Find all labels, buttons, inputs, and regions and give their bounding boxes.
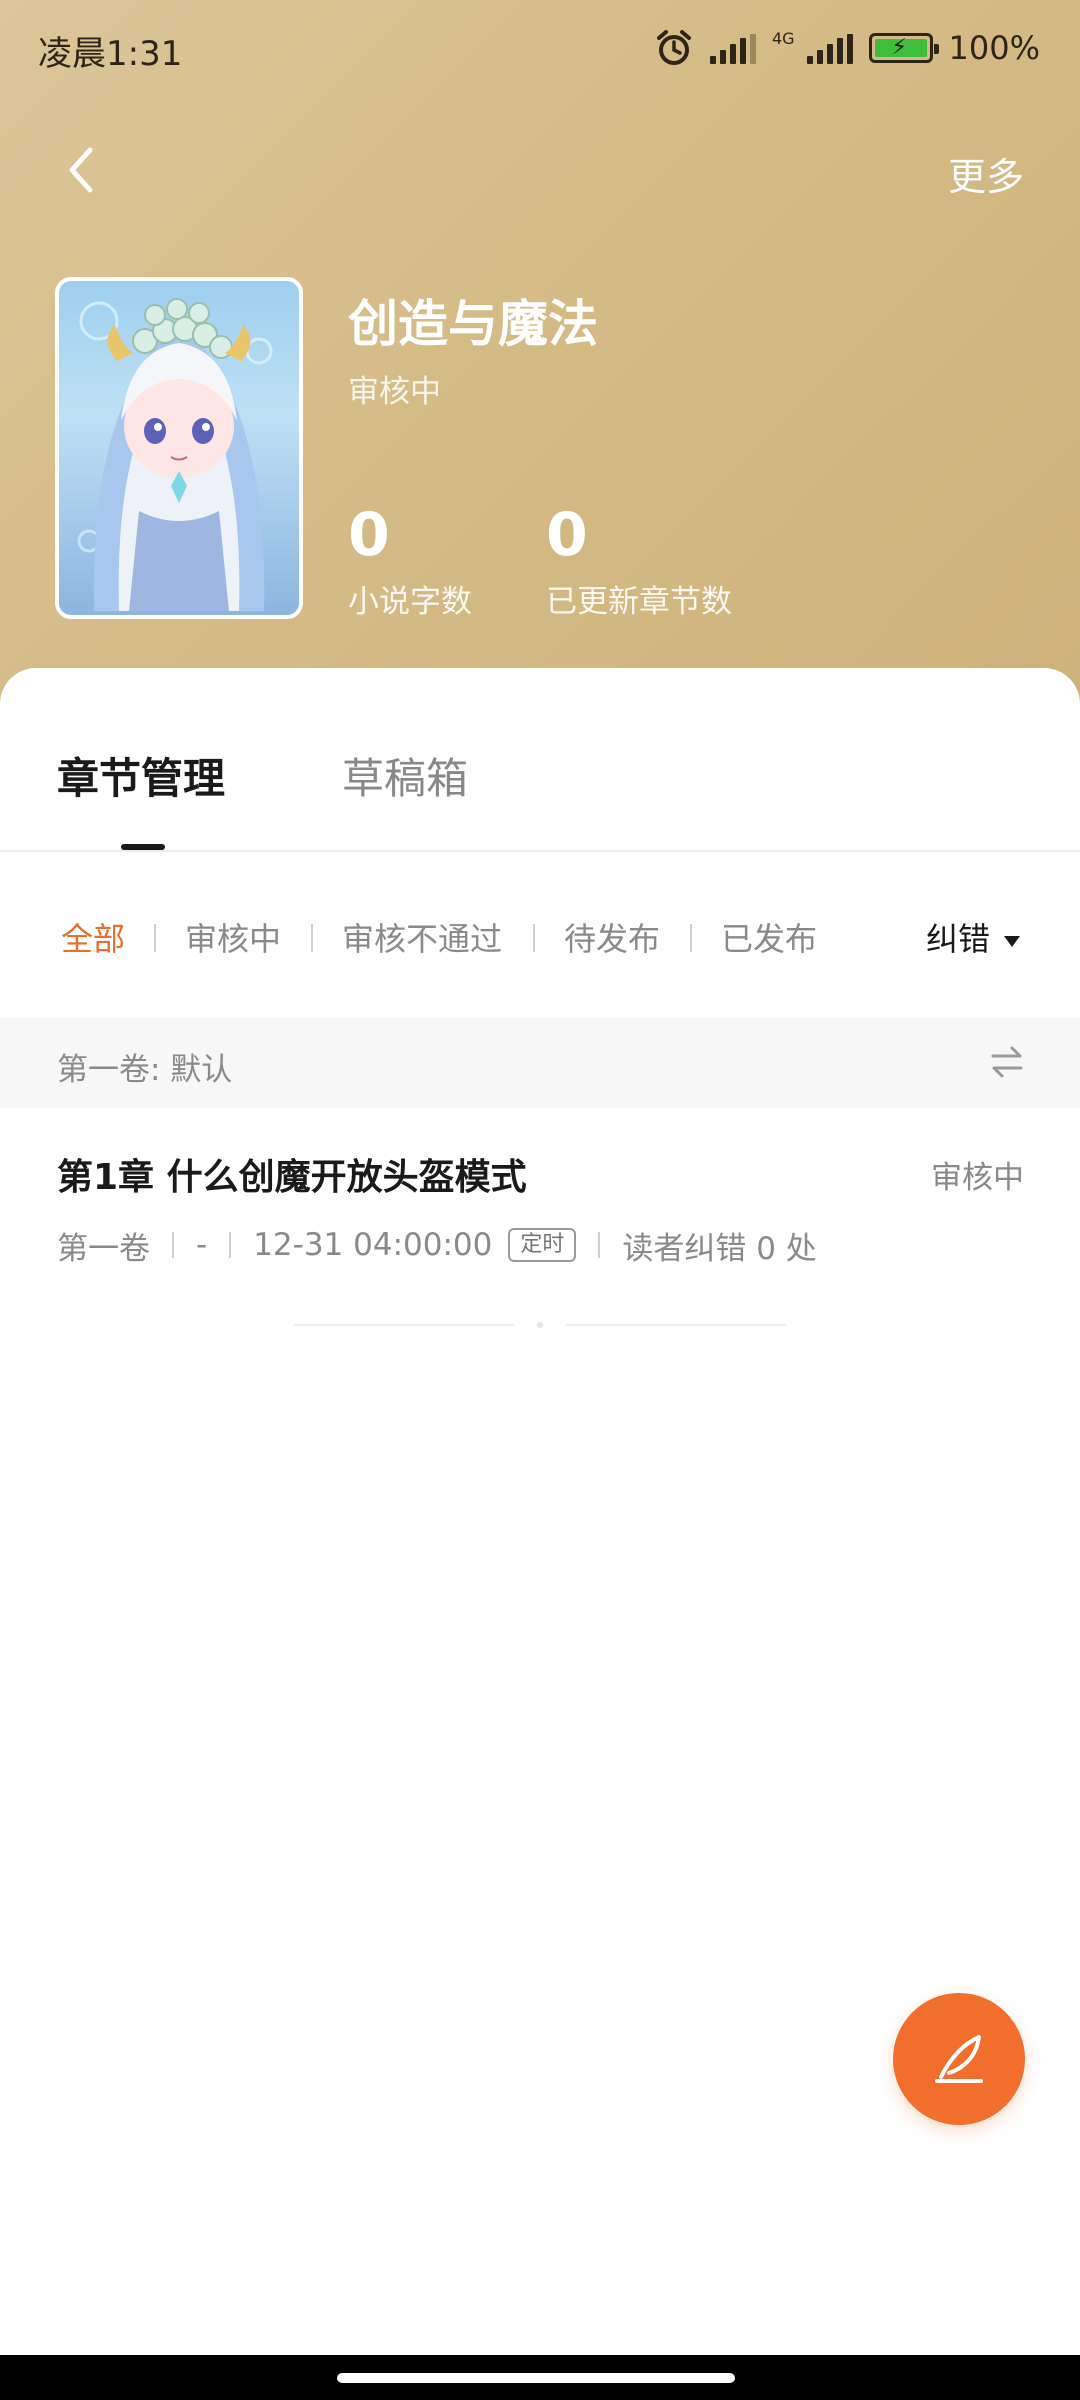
- book-status: 审核中: [348, 374, 441, 410]
- volume-label: 第一卷: 默认: [57, 1052, 233, 1088]
- filter-rejected[interactable]: 审核不通过: [342, 914, 502, 960]
- scheduled-badge: 定时: [508, 1228, 577, 1262]
- back-button[interactable]: [56, 140, 112, 200]
- wifi-signal-icon: [709, 32, 756, 64]
- meta-divider: [229, 1232, 232, 1258]
- chapter-list-item[interactable]: 第1章 什么创魔开放头盔模式 审核中 第一卷 - 12-31 04:00:00 …: [0, 1148, 1080, 1298]
- status-time: 凌晨1:31: [38, 34, 183, 74]
- meta-divider: [598, 1232, 601, 1258]
- stat-updated-chapters: 0 已更新章节数: [546, 500, 732, 621]
- caret-down-icon: [1004, 935, 1020, 947]
- tab-chapter-management[interactable]: 章节管理: [57, 745, 225, 806]
- network-type: 4G: [771, 28, 795, 48]
- chapter-status: 审核中: [931, 1160, 1024, 1196]
- chapter-corrections: 读者纠错 0 处: [622, 1230, 817, 1267]
- active-tab-indicator: [121, 844, 165, 850]
- filter-all[interactable]: 全部: [61, 914, 125, 960]
- chapter-word-count: -: [196, 1227, 208, 1263]
- correction-sort-dropdown[interactable]: 纠错: [926, 914, 1020, 960]
- filter-published[interactable]: 已发布: [721, 914, 817, 960]
- stat-label: 已更新章节数: [546, 584, 732, 620]
- tab-drafts[interactable]: 草稿箱: [342, 745, 468, 806]
- filter-divider: [533, 924, 535, 952]
- filter-divider: [690, 924, 692, 952]
- cover-illustration: [77, 298, 273, 611]
- status-bar: 凌晨1:31 4G ⚡ 100%: [0, 0, 1080, 96]
- list-end-divider: [294, 1324, 514, 1326]
- filter-pending-publish[interactable]: 待发布: [564, 914, 660, 960]
- stat-value: 0: [546, 500, 588, 570]
- status-filter-bar: 全部 审核中 审核不通过 待发布 已发布 纠错: [0, 914, 1080, 968]
- chevron-left-icon: [69, 147, 93, 193]
- stat-word-count: 0 小说字数: [348, 500, 472, 621]
- list-end-divider: [566, 1324, 786, 1326]
- battery-percent: 100%: [948, 29, 1040, 67]
- swap-icon[interactable]: [990, 1044, 1024, 1080]
- chapter-title: 第1章 什么创魔开放头盔模式: [57, 1157, 527, 1198]
- chapter-meta: 第一卷 - 12-31 04:00:00 定时 读者纠错 0 处: [57, 1225, 817, 1267]
- write-chapter-button[interactable]: [893, 1993, 1025, 2125]
- status-icons: 4G ⚡ 100%: [654, 24, 1040, 72]
- sort-label: 纠错: [925, 920, 990, 958]
- chapter-scheduled-time: 12-31 04:00:00: [253, 1227, 493, 1263]
- filter-divider: [154, 924, 156, 952]
- book-cover[interactable]: [55, 277, 303, 619]
- feather-pen-icon: [935, 2035, 983, 2083]
- stat-label: 小说字数: [348, 584, 472, 620]
- list-end-dot: [537, 1322, 543, 1328]
- page: 凌晨1:31 4G ⚡ 100% 更多 创造与魔法 审核中 0 小说字数 0 已…: [0, 0, 1080, 2400]
- battery-icon: ⚡: [868, 33, 939, 63]
- filter-under-review[interactable]: 审核中: [185, 914, 281, 960]
- cellular-signal-icon: [806, 32, 853, 64]
- filter-divider: [311, 924, 313, 952]
- stat-value: 0: [348, 500, 390, 570]
- charging-bolt-icon: ⚡: [891, 35, 907, 60]
- content-card: 章节管理 草稿箱 全部 审核中 审核不通过 待发布 已发布 纠错 第一卷: 默认: [0, 668, 1080, 2368]
- tab-bar: 章节管理 草稿箱: [0, 668, 1080, 852]
- volume-header: 第一卷: 默认: [0, 1018, 1080, 1108]
- chapter-volume: 第一卷: [57, 1230, 150, 1267]
- more-button[interactable]: 更多: [948, 146, 1024, 201]
- home-indicator[interactable]: [337, 2373, 735, 2383]
- alarm-icon: [656, 30, 691, 65]
- book-title: 创造与魔法: [348, 295, 598, 353]
- meta-divider: [172, 1232, 174, 1258]
